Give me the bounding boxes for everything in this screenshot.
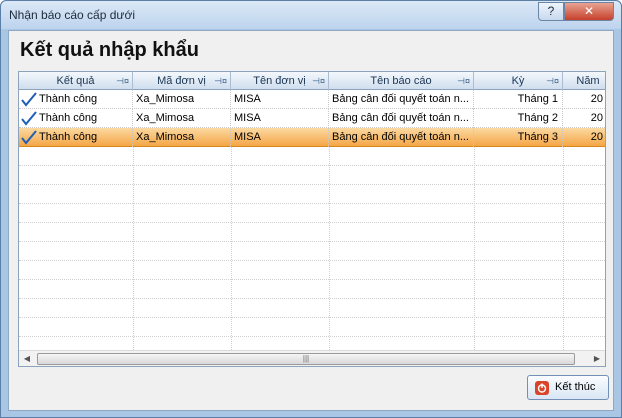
column-header-unit-name[interactable]: Tên đơn vị ⊣¤ [231,72,329,90]
empty-row [19,261,605,280]
cell-unit-code: Xa_Mimosa [133,128,231,147]
help-button[interactable]: ? [538,2,564,21]
dialog-window: Nhận báo cáo cấp dưới ? ✕ Kết quả nhập k… [0,0,622,418]
cell-period: Tháng 3 [474,128,563,147]
column-divider [563,147,564,350]
column-header-period[interactable]: Kỳ ⊣¤ [474,72,563,90]
check-icon [21,111,37,126]
finish-button[interactable]: Kết thúc [527,375,609,400]
cell-report-name: Bảng cân đối quyết toán n... [329,128,474,147]
table-row[interactable]: Thành công Xa_Mimosa MISA Bảng cân đối q… [19,90,605,109]
cell-report-name: Bảng cân đối quyết toán n... [329,90,474,109]
table-row[interactable]: Thành công Xa_Mimosa MISA Bảng cân đối q… [19,109,605,128]
cell-report-name: Bảng cân đối quyết toán n... [329,109,474,128]
cell-year: 20 [590,131,603,143]
column-divider [133,147,134,350]
empty-row [19,242,605,261]
empty-row [19,318,605,337]
column-header-result[interactable]: Kết quả ⊣¤ [19,72,133,90]
column-header-unit-code[interactable]: Mã đơn vị ⊣¤ [133,72,231,90]
cell-period: Tháng 2 [474,109,563,128]
pin-icon[interactable]: ⊣¤ [116,72,129,90]
column-header-report-name[interactable]: Tên báo cáo ⊣¤ [329,72,474,90]
empty-row [19,147,605,166]
empty-row [19,166,605,185]
cell-unit-code: Xa_Mimosa [133,109,231,128]
column-header-year[interactable]: Năm [563,72,605,90]
column-divider [474,147,475,350]
page-title: Kết quả nhập khẩu [20,39,199,61]
empty-row [19,185,605,204]
title-bar[interactable]: Nhận báo cáo cấp dưới ? ✕ [1,1,621,29]
empty-row [19,204,605,223]
cell-result: Thành công [39,128,133,147]
cell-year: 20 [590,112,603,124]
check-icon [21,130,37,145]
cell-unit-name: MISA [231,90,329,109]
cell-result: Thành công [39,90,133,109]
results-grid[interactable]: Kết quả ⊣¤ Mã đơn vị ⊣¤ Tên đơn vị ⊣¤ Tê… [18,71,606,367]
dialog-body: Kết quả nhập khẩu Kết quả ⊣¤ Mã đơn vị ⊣… [8,30,614,411]
column-divider [231,147,232,350]
column-header-label: Tên báo cáo [370,75,432,87]
scrollbar-thumb[interactable]: ||| [37,353,575,365]
table-row-selected[interactable]: Thành công Xa_Mimosa MISA Bảng cân đối q… [19,128,605,147]
empty-row [19,280,605,299]
column-header-label: Tên đơn vị [253,75,306,87]
scroll-left-icon[interactable]: ◀ [21,353,33,365]
check-icon [21,92,37,107]
cell-unit-code: Xa_Mimosa [133,90,231,109]
column-divider [329,147,330,350]
column-header-label: Kết quả [56,75,95,87]
cell-unit-name: MISA [231,128,329,147]
empty-row [19,223,605,242]
column-header-label: Kỳ [511,75,525,87]
column-header-label: Năm [576,75,600,87]
pin-icon[interactable]: ⊣¤ [312,72,325,90]
grid-header: Kết quả ⊣¤ Mã đơn vị ⊣¤ Tên đơn vị ⊣¤ Tê… [19,72,605,90]
close-button[interactable]: ✕ [564,2,614,21]
column-header-label: Mã đơn vị [157,75,206,87]
pin-icon[interactable]: ⊣¤ [457,72,470,90]
window-title: Nhận báo cáo cấp dưới [9,8,135,22]
power-icon [535,381,549,395]
finish-button-label: Kết thúc [555,381,596,393]
horizontal-scrollbar[interactable]: ◀ ||| ▶ [19,350,605,366]
empty-row [19,299,605,318]
cell-unit-name: MISA [231,109,329,128]
pin-icon[interactable]: ⊣¤ [546,72,559,90]
cell-result: Thành công [39,109,133,128]
cell-period: Tháng 1 [474,90,563,109]
scroll-right-icon[interactable]: ▶ [591,353,603,365]
cell-year: 20 [590,93,603,105]
pin-icon[interactable]: ⊣¤ [214,72,227,90]
